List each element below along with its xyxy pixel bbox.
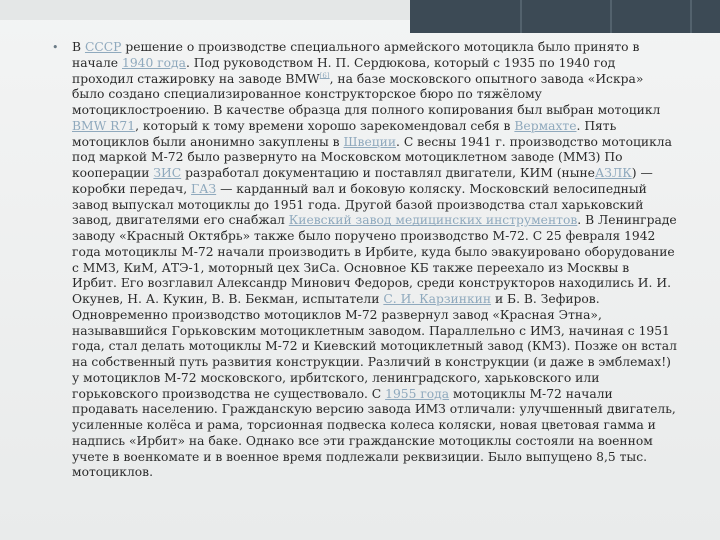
paragraph-text: В — [72, 40, 85, 54]
paragraph-text: разработал документацию и поставлял двиг… — [181, 166, 595, 180]
paragraph-text: и Б. В. Зефиров. Одновременно производст… — [72, 292, 677, 401]
header-stripe — [610, 0, 612, 33]
inline-link[interactable]: СССР — [85, 40, 122, 54]
inline-link[interactable]: Швеции — [343, 135, 396, 149]
inline-link[interactable]: 1955 года — [385, 387, 449, 401]
inline-link[interactable]: Вермахте — [514, 119, 576, 133]
body-paragraph: В СССР решение о производстве специально… — [72, 40, 677, 481]
footnote-ref: [6] — [320, 71, 330, 79]
slide-background: • В СССР решение о производстве специаль… — [0, 0, 720, 540]
inline-link[interactable]: BMW R71 — [72, 119, 135, 133]
header-decoration — [410, 0, 720, 33]
inline-link[interactable]: Киевский завод медицинских инструментов — [289, 213, 578, 227]
inline-link[interactable]: [6] — [320, 71, 330, 79]
inline-link[interactable]: 1940 года — [122, 56, 186, 70]
inline-link[interactable]: ГАЗ — [191, 182, 216, 196]
header-stripe — [520, 0, 522, 33]
inline-link[interactable]: ЗИС — [153, 166, 181, 180]
inline-link[interactable]: АЗЛК — [595, 166, 632, 180]
header-stripe — [690, 0, 692, 33]
inline-link[interactable]: С. И. Карзинкин — [383, 292, 491, 306]
bullet-icon: • — [52, 41, 59, 54]
paragraph-text: , который к тому времени хорошо зарекоме… — [135, 118, 515, 133]
